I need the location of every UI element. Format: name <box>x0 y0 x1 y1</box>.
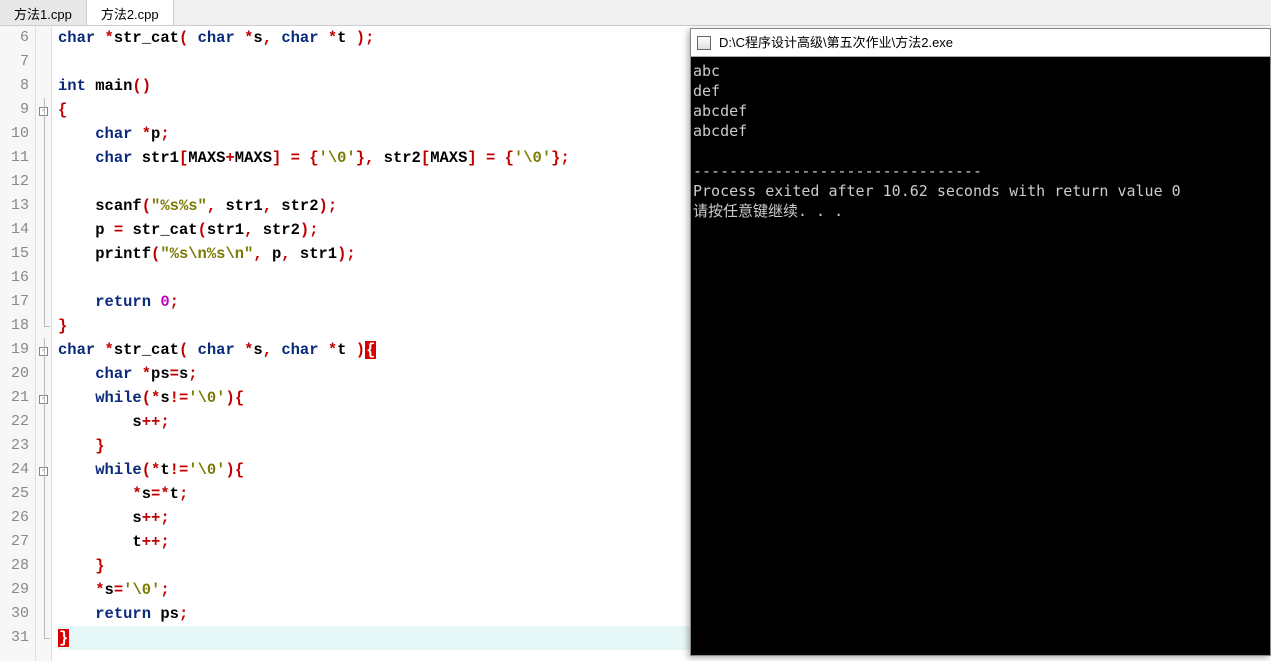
tab-file-1[interactable]: 方法1.cpp <box>0 0 87 25</box>
fold-column[interactable]: ---- <box>36 26 52 661</box>
console-window[interactable]: D:\C程序设计高级\第五次作业\方法2.exe abc def abcdef … <box>690 28 1271 656</box>
tab-bar: 方法1.cpp 方法2.cpp <box>0 0 1271 26</box>
console-titlebar[interactable]: D:\C程序设计高级\第五次作业\方法2.exe <box>691 29 1270 57</box>
line-number-gutter: 6789101112131415161718192021222324252627… <box>0 26 36 661</box>
console-title-text: D:\C程序设计高级\第五次作业\方法2.exe <box>719 29 953 57</box>
tab-file-2[interactable]: 方法2.cpp <box>87 0 174 25</box>
console-output: abc def abcdef abcdef ------------------… <box>691 57 1270 225</box>
app-icon <box>697 36 711 50</box>
